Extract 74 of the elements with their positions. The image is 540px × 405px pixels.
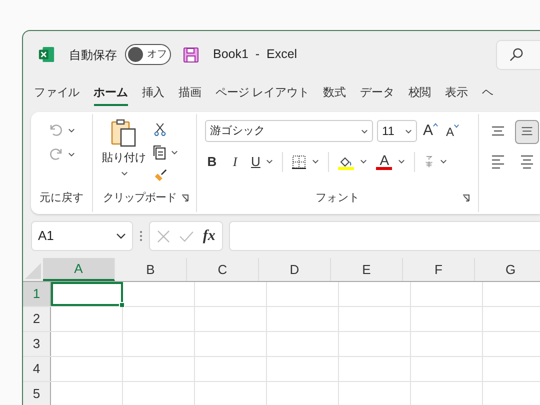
phonetic-guide-icon[interactable] — [424, 154, 434, 169]
name-box[interactable]: A1 — [31, 221, 133, 251]
caret-up-icon — [433, 123, 438, 127]
spreadsheet-app-icon — [38, 46, 55, 63]
font-size-dropdown[interactable]: 11 — [377, 120, 417, 142]
borders-icon[interactable] — [292, 154, 306, 168]
grow-font-button[interactable]: A — [421, 120, 440, 142]
column-header[interactable]: E — [331, 258, 403, 281]
underline-button[interactable]: U — [251, 152, 260, 172]
row-header[interactable]: 5 — [23, 382, 51, 405]
row-header[interactable]: 4 — [23, 357, 51, 381]
ribbon-tab[interactable]: 挿入 — [134, 84, 172, 110]
copy-button[interactable] — [151, 144, 178, 160]
autosave-toggle[interactable]: オフ — [125, 44, 171, 65]
chevron-down-icon — [68, 128, 75, 132]
chevron-down-icon — [120, 170, 128, 176]
ribbon-tab[interactable]: 描画 — [172, 84, 208, 110]
chevron-down-icon — [68, 152, 75, 156]
column-header[interactable]: A — [43, 258, 115, 281]
selected-cell[interactable] — [51, 282, 123, 306]
insert-function-button[interactable]: fx — [202, 224, 216, 248]
dialog-launcher-icon[interactable] — [462, 194, 470, 202]
formula-input-field[interactable] — [229, 221, 540, 251]
column-header[interactable]: D — [259, 258, 331, 281]
column-header[interactable]: F — [403, 258, 475, 281]
ribbon-tab[interactable]: ヘ — [474, 84, 500, 110]
column-header[interactable]: G — [475, 258, 540, 281]
row-header[interactable]: 3 — [23, 332, 51, 356]
ribbon-tab[interactable]: 数式 — [316, 84, 354, 110]
ribbon-tab[interactable]: 校閲 — [401, 84, 438, 110]
dialog-launcher-icon[interactable] — [180, 194, 188, 202]
chevron-down-icon — [360, 159, 368, 164]
brush-icon — [152, 168, 168, 182]
row-header[interactable]: 1 — [23, 282, 51, 306]
search-field[interactable] — [496, 40, 540, 70]
ribbon-tab[interactable]: ファイル — [27, 84, 87, 110]
group-label: フォント — [316, 190, 360, 206]
ribbon-tab[interactable]: 表示 — [438, 84, 475, 110]
clipboard-icon — [110, 118, 138, 148]
fill-handle[interactable] — [119, 302, 125, 308]
chevron-down-icon — [361, 128, 368, 134]
chevron-down-icon — [398, 159, 406, 164]
shrink-font-button[interactable]: A — [444, 121, 462, 142]
paste-button[interactable]: 貼り付け — [101, 118, 147, 190]
chevron-down-icon — [116, 233, 126, 239]
row-header[interactable]: 2 — [23, 307, 51, 331]
chevron-down-icon — [312, 159, 320, 164]
group-label: クリップボード — [103, 190, 176, 206]
column-header[interactable]: C — [187, 258, 259, 281]
save-icon[interactable] — [183, 46, 199, 62]
ribbon-tab[interactable]: ページ レイアウト — [208, 84, 316, 110]
search-icon — [509, 47, 524, 62]
autosave-label: 自動保存 — [69, 46, 117, 64]
ribbon-tab[interactable]: データ — [353, 84, 402, 110]
redo-icon — [48, 146, 64, 162]
chevron-down-icon — [440, 159, 448, 164]
chevron-down-icon — [405, 128, 412, 134]
chevron-down-icon — [171, 150, 178, 154]
undo-icon — [48, 122, 64, 138]
bold-button[interactable]: B — [205, 152, 219, 172]
column-header[interactable]: B — [115, 258, 187, 281]
more-dots-icon[interactable] — [139, 230, 143, 242]
chevron-down-icon — [266, 159, 274, 164]
font-name-dropdown[interactable]: 游ゴシック — [205, 120, 373, 142]
ribbon-tab[interactable]: ホーム — [86, 84, 135, 110]
group-label: 元に戻す — [40, 190, 84, 206]
caret-down-icon — [454, 124, 460, 128]
window-title: Book1 - Excel — [213, 46, 298, 64]
checkmark-icon[interactable] — [178, 230, 194, 242]
copy-icon — [151, 144, 167, 160]
italic-button[interactable]: I — [228, 152, 242, 172]
scissors-icon — [154, 122, 166, 136]
align-middle-icon[interactable] — [515, 120, 539, 144]
font-color-button[interactable]: A — [376, 153, 392, 170]
